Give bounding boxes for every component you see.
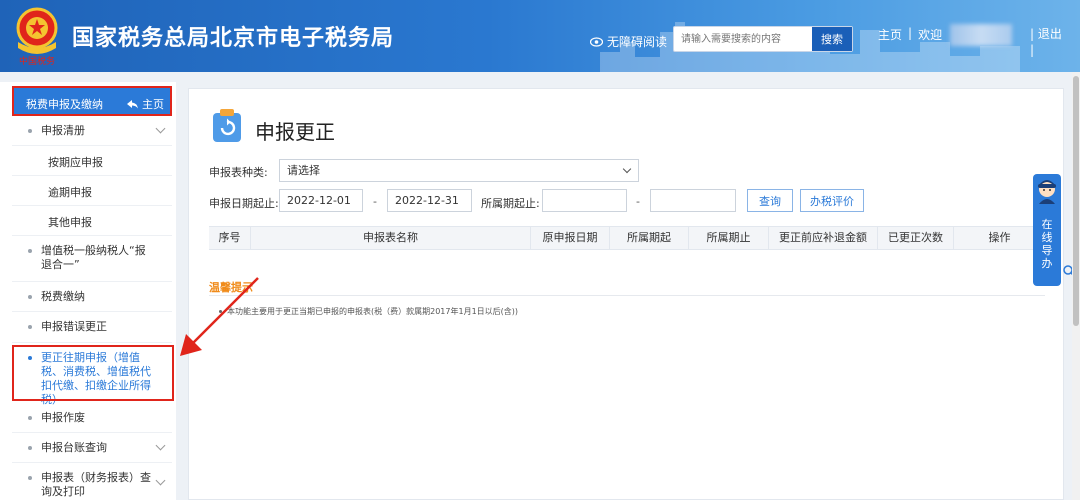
bullet-icon bbox=[28, 249, 32, 253]
column-header: 所属期止 bbox=[689, 227, 769, 249]
sidebar-item-label: 申报台账查询 bbox=[41, 441, 107, 454]
column-header: 已更正次数 bbox=[878, 227, 954, 249]
bullet-icon bbox=[28, 295, 32, 299]
logout-label: 退出 bbox=[1037, 27, 1062, 41]
sidebar-item-ledger-query[interactable]: 申报台账查询 bbox=[12, 433, 172, 463]
sidebar-item-label: 申报作废 bbox=[41, 411, 85, 424]
column-header: 所属期起 bbox=[610, 227, 689, 249]
tips-title: 温馨提示 bbox=[209, 281, 253, 294]
sidebar-item-vat-refund[interactable]: 增值税一般纳税人“报退合一” bbox=[12, 236, 172, 282]
emblem-caption: 中国税务 bbox=[19, 55, 55, 66]
query-button[interactable]: 查询 bbox=[747, 189, 793, 212]
type-label: 申报表种类: bbox=[209, 166, 268, 179]
column-header: 序号 bbox=[209, 227, 251, 249]
separator: | bbox=[1030, 43, 1035, 57]
top-header: 中国税务 国家税务总局北京市电子税务局 无障碍阅读 搜索 主页 | 欢迎 | 退… bbox=[0, 0, 1080, 72]
date-range-label: 申报日期起止: bbox=[209, 197, 279, 210]
period-separator: - bbox=[636, 195, 640, 208]
bullet-icon bbox=[28, 476, 32, 480]
search-button[interactable]: 搜索 bbox=[812, 27, 852, 51]
period-range-label: 所属期起止: bbox=[481, 197, 540, 210]
tax-emblem-logo: 中国税务 bbox=[16, 7, 58, 66]
date-to-input[interactable]: 2022-12-31 bbox=[387, 189, 472, 212]
main-panel: 申报更正 申报表种类: 请选择 申报日期起止: 2022-12-01 - 202… bbox=[188, 88, 1064, 500]
sidebar-item-void[interactable]: 申报作废 bbox=[12, 403, 172, 433]
sidebar-home-link[interactable]: 主页 bbox=[127, 96, 164, 112]
sidebar-item-label: 逾期申报 bbox=[48, 186, 92, 199]
page-title: 申报更正 bbox=[255, 120, 335, 144]
sidebar-item-label: 增值税一般纳税人“报退合一” bbox=[41, 244, 146, 271]
sidebar-item-label: 按期应申报 bbox=[48, 156, 103, 169]
bullet-icon bbox=[28, 129, 32, 133]
sidebar-item-report-query[interactable]: 申报表（财务报表）查询及打印 bbox=[12, 463, 172, 500]
sidebar-subitem-scheduled[interactable]: 按期应申报 bbox=[12, 146, 172, 176]
sidebar: 税费申报及缴纳 主页 申报清册 按期应申报 逾期申报 其他申报 增值税一般纳税人… bbox=[0, 82, 176, 500]
type-select-value: 请选择 bbox=[287, 164, 320, 177]
back-arrow-icon bbox=[127, 99, 138, 108]
welcome-text: 欢迎 bbox=[918, 28, 943, 42]
sidebar-header-label: 税费申报及缴纳 bbox=[26, 98, 103, 111]
online-help-label: 在线导办 bbox=[1041, 218, 1053, 270]
divider bbox=[209, 295, 1045, 296]
top-links: 主页 | 欢迎 bbox=[878, 26, 942, 43]
page-scrollbar[interactable] bbox=[1072, 72, 1080, 500]
bullet-icon bbox=[28, 325, 32, 329]
bullet-icon bbox=[28, 416, 32, 420]
sidebar-item-label: 税费缴纳 bbox=[41, 290, 85, 303]
sidebar-item-label: 申报错误更正 bbox=[41, 320, 107, 333]
evaluate-button[interactable]: 办税评价 bbox=[800, 189, 864, 212]
separator: | bbox=[1030, 27, 1035, 41]
period-to-input[interactable] bbox=[650, 189, 736, 212]
eye-icon bbox=[590, 36, 603, 47]
sidebar-subitem-other[interactable]: 其他申报 bbox=[12, 206, 172, 236]
column-header: 原申报日期 bbox=[531, 227, 610, 249]
bullet-icon bbox=[219, 310, 222, 313]
sidebar-item-declaration-list[interactable]: 申报清册 bbox=[12, 116, 172, 146]
logout-link[interactable]: | 退出 | bbox=[1030, 26, 1062, 58]
type-select[interactable]: 请选择 bbox=[279, 159, 639, 182]
sidebar-item-label: 其他申报 bbox=[48, 216, 92, 229]
sidebar-header[interactable]: 税费申报及缴纳 主页 bbox=[12, 86, 172, 116]
date-separator: - bbox=[373, 195, 377, 208]
search-box: 搜索 bbox=[673, 26, 853, 52]
result-table-header: 序号 申报表名称 原申报日期 所属期起 所属期止 更正前应补退金额 已更正次数 … bbox=[209, 226, 1045, 250]
column-header: 更正前应补退金额 bbox=[769, 227, 878, 249]
site-title: 国家税务总局北京市电子税务局 bbox=[72, 26, 395, 51]
tips-item: 本功能主要用于更正当期已申报的申报表(税（费）款属期2017年1月1日以后(含)… bbox=[219, 306, 518, 317]
accessibility-label: 无障碍阅读 bbox=[607, 35, 668, 49]
annotation-highlight-box bbox=[12, 345, 174, 401]
search-input[interactable] bbox=[674, 27, 812, 51]
sidebar-item-label: 申报表（财务报表）查询及打印 bbox=[41, 471, 151, 498]
chevron-down-icon bbox=[155, 440, 166, 451]
sidebar-item-tax-payment[interactable]: 税费缴纳 bbox=[12, 282, 172, 312]
online-help-tab[interactable]: 在线导办 bbox=[1033, 174, 1061, 286]
scrollbar-thumb[interactable] bbox=[1073, 76, 1079, 326]
date-from-input[interactable]: 2022-12-01 bbox=[279, 189, 363, 212]
sidebar-subitem-overdue[interactable]: 逾期申报 bbox=[12, 176, 172, 206]
user-name-redacted bbox=[950, 24, 1012, 46]
sidebar-item-label: 申报清册 bbox=[41, 124, 85, 137]
tips-text: 本功能主要用于更正当期已申报的申报表(税（费）款属期2017年1月1日以后(含)… bbox=[227, 307, 519, 316]
accessibility-link[interactable]: 无障碍阅读 bbox=[590, 33, 667, 50]
column-header: 操作 bbox=[988, 231, 1011, 244]
bullet-icon bbox=[28, 446, 32, 450]
refresh-document-icon bbox=[213, 109, 241, 142]
avatar-icon bbox=[1038, 180, 1056, 204]
sidebar-item-error-correction[interactable]: 申报错误更正 bbox=[12, 312, 172, 343]
sidebar-home-label: 主页 bbox=[142, 98, 164, 111]
chevron-down-icon bbox=[622, 164, 632, 174]
home-link[interactable]: 主页 bbox=[878, 26, 902, 43]
separator: | bbox=[908, 26, 913, 40]
chevron-down-icon bbox=[155, 123, 166, 134]
period-from-input[interactable] bbox=[542, 189, 627, 212]
chevron-down-icon bbox=[155, 475, 166, 486]
column-header: 申报表名称 bbox=[251, 227, 531, 249]
